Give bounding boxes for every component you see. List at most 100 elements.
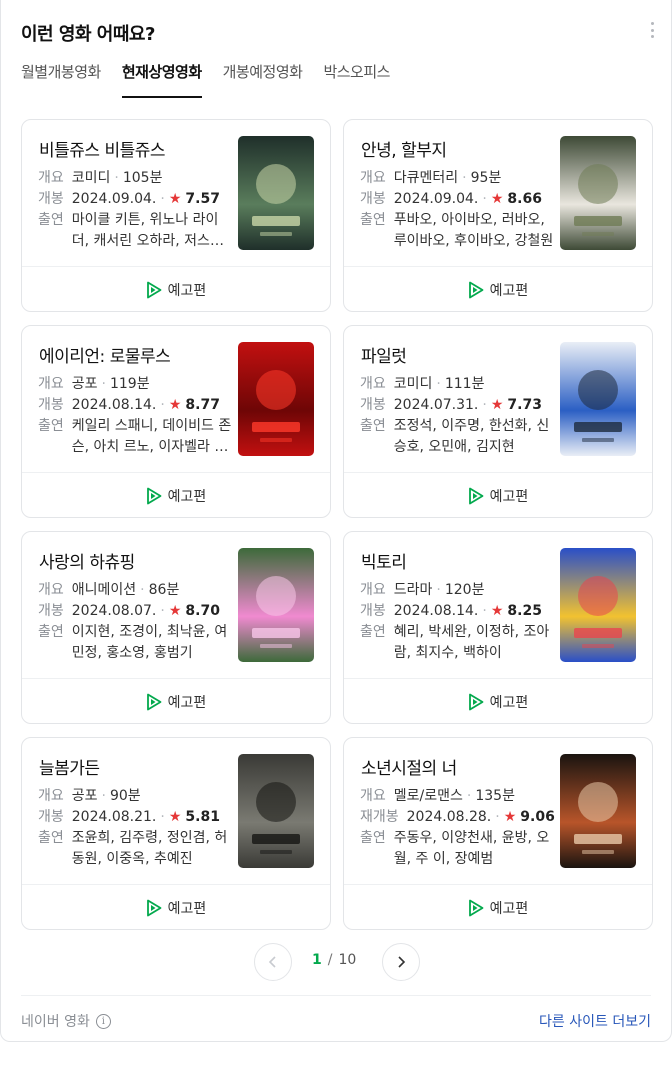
release-date: 2024.08.14. xyxy=(393,603,479,619)
cast-label: 출연 xyxy=(38,830,64,846)
separator-dot: · xyxy=(482,397,487,413)
release-label: 개봉 xyxy=(38,603,64,619)
movie-poster[interactable] xyxy=(560,548,636,662)
runtime-value: 135분 xyxy=(475,788,515,804)
separator-dot: · xyxy=(160,603,165,619)
genre-label: 개요 xyxy=(38,788,64,804)
movie-poster[interactable] xyxy=(560,136,636,250)
tab-upcoming[interactable]: 개봉예정영화 xyxy=(223,62,303,98)
trailer-button[interactable]: 예고편 xyxy=(22,679,330,724)
movie-title[interactable]: 파일럿 xyxy=(361,342,407,367)
separator-dot: · xyxy=(495,809,500,825)
cast-label: 출연 xyxy=(38,418,64,434)
release-label: 개봉 xyxy=(360,397,386,413)
movie-info: 개요 공포 · 90분 개봉 2024.08.21. · ★ 5.81 출연 조윤희, 김… xyxy=(38,786,233,870)
movie-card: 안녕, 할부지 개요 다큐멘터리 · 95분 개봉 2024.09.04. · ★ 8.6… xyxy=(343,119,653,312)
rating-value: 7.73 xyxy=(507,397,542,413)
star-icon: ★ xyxy=(490,603,504,619)
movie-title[interactable]: 비틀쥬스 비틀쥬스 xyxy=(39,136,166,161)
cast-label: 출연 xyxy=(360,212,386,228)
play-icon xyxy=(468,487,484,504)
tab-box-office[interactable]: 박스오피스 xyxy=(323,62,390,98)
genre-label: 개요 xyxy=(360,376,386,392)
info-icon[interactable]: i xyxy=(95,1013,111,1029)
movie-poster[interactable] xyxy=(560,342,636,456)
tab-monthly-release[interactable]: 월별개봉영화 xyxy=(21,62,101,98)
trailer-button[interactable]: 예고편 xyxy=(22,473,330,518)
movie-grid: 비틀쥬스 비틀쥬스 개요 코미디 · 105분 개봉 2024.09.04. · ★ 7.… xyxy=(21,119,653,930)
rating-value: 8.66 xyxy=(507,191,542,207)
poster-image xyxy=(238,136,314,250)
movie-title[interactable]: 소년시절의 너 xyxy=(361,754,457,779)
tab-now-showing[interactable]: 현재상영영화 xyxy=(121,62,202,98)
trailer-button[interactable]: 예고편 xyxy=(344,679,652,724)
movie-poster[interactable] xyxy=(238,548,314,662)
genre-value: 코미디 xyxy=(71,170,111,186)
next-page-button[interactable] xyxy=(382,943,420,981)
movie-poster[interactable] xyxy=(238,136,314,250)
movie-info: 개요 드라마 · 120분 개봉 2024.08.14. · ★ 8.25 출연 혜리, … xyxy=(360,580,555,664)
trailer-button[interactable]: 예고편 xyxy=(344,267,652,312)
cast-value: 조정석, 이주명, 한선화, 신승호, 오민애, 김지현 xyxy=(393,418,550,455)
separator-dot: · xyxy=(160,191,165,207)
cast-row: 출연 마이클 키튼, 위노나 라이더, 캐서린 오하라, 저스틴 서룩스 xyxy=(38,210,233,252)
genre-label: 개요 xyxy=(360,788,386,804)
movie-card-body: 늘봄가든 개요 공포 · 90분 개봉 2024.08.21. · ★ 5.81 출연 조… xyxy=(22,738,330,885)
more-options-icon[interactable] xyxy=(647,22,657,38)
movie-poster[interactable] xyxy=(560,754,636,868)
release-row: 개봉 2024.08.07. · ★ 8.70 xyxy=(38,601,233,622)
movie-title[interactable]: 에이리언: 로물루스 xyxy=(39,342,171,367)
genre-row: 개요 멜로/로맨스 · 135분 xyxy=(360,786,555,807)
movie-card: 사랑의 하츄핑 개요 애니메이션 · 86분 개봉 2024.08.07. · ★ 8.7… xyxy=(21,531,331,724)
movie-card-body: 에이리언: 로물루스 개요 공포 · 119분 개봉 2024.08.14. · ★ 8.… xyxy=(22,326,330,473)
trailer-label: 예고편 xyxy=(489,900,529,917)
movie-poster[interactable] xyxy=(238,342,314,456)
pagination: 1 / 10 xyxy=(1,943,672,981)
total-pages: 10 xyxy=(338,952,357,968)
trailer-button[interactable]: 예고편 xyxy=(22,267,330,312)
separator-dot: · xyxy=(101,376,106,392)
movie-title[interactable]: 사랑의 하츄핑 xyxy=(39,548,135,573)
movie-card: 빅토리 개요 드라마 · 120분 개봉 2024.08.14. · ★ 8.25 출연 … xyxy=(343,531,653,724)
movie-card: 비틀쥬스 비틀쥬스 개요 코미디 · 105분 개봉 2024.09.04. · ★ 7.… xyxy=(21,119,331,312)
movie-title[interactable]: 안녕, 할부지 xyxy=(361,136,447,161)
movie-title[interactable]: 빅토리 xyxy=(361,548,407,573)
movie-info: 개요 다큐멘터리 · 95분 개봉 2024.09.04. · ★ 8.66 출연 푸바오… xyxy=(360,168,555,252)
more-sites-link[interactable]: 다른 사이트 더보기 xyxy=(539,1011,651,1031)
page-separator: / xyxy=(327,952,333,968)
footer-source: 네이버 영화 i xyxy=(21,1011,111,1031)
genre-value: 공포 xyxy=(71,788,98,804)
rating-value: 7.57 xyxy=(185,191,220,207)
runtime-value: 111분 xyxy=(444,376,485,392)
trailer-button[interactable]: 예고편 xyxy=(344,885,652,930)
movie-title[interactable]: 늘봄가든 xyxy=(39,754,100,779)
chevron-left-icon xyxy=(268,956,276,968)
cast-row: 출연 조정석, 이주명, 한선화, 신승호, 오민애, 김지현 xyxy=(360,416,555,458)
movie-card: 에이리언: 로물루스 개요 공포 · 119분 개봉 2024.08.14. · ★ 8.… xyxy=(21,325,331,518)
separator-dot: · xyxy=(140,582,145,598)
movie-card-body: 안녕, 할부지 개요 다큐멘터리 · 95분 개봉 2024.09.04. · ★ 8.6… xyxy=(344,120,652,267)
release-date: 2024.08.28. xyxy=(406,809,492,825)
release-row: 개봉 2024.09.04. · ★ 8.66 xyxy=(360,189,555,210)
movie-info: 개요 코미디 · 111분 개봉 2024.07.31. · ★ 7.73 출연 조정석,… xyxy=(360,374,555,458)
star-icon: ★ xyxy=(168,397,182,413)
page-indicator: 1 / 10 xyxy=(312,952,356,968)
prev-page-button[interactable] xyxy=(254,943,292,981)
poster-image xyxy=(238,754,314,868)
genre-label: 개요 xyxy=(38,170,64,186)
separator-dot: · xyxy=(436,376,441,392)
cast-value: 이지현, 조경이, 최낙윤, 여민정, 홍소영, 홍범기 xyxy=(71,624,228,661)
movie-poster[interactable] xyxy=(238,754,314,868)
movie-recommendation-panel: 이런 영화 어때요? 월별개봉영화 현재상영영화 개봉예정영화 박스오피스 비틀… xyxy=(0,0,672,1042)
movie-card-body: 비틀쥬스 비틀쥬스 개요 코미디 · 105분 개봉 2024.09.04. · ★ 7.… xyxy=(22,120,330,267)
cast-label: 출연 xyxy=(360,624,386,640)
trailer-button[interactable]: 예고편 xyxy=(344,473,652,518)
movie-card-body: 사랑의 하츄핑 개요 애니메이션 · 86분 개봉 2024.08.07. · ★ 8.7… xyxy=(22,532,330,679)
genre-label: 개요 xyxy=(360,170,386,186)
trailer-label: 예고편 xyxy=(167,488,207,505)
trailer-label: 예고편 xyxy=(167,900,207,917)
genre-row: 개요 코미디 · 105분 xyxy=(38,168,233,189)
separator-dot: · xyxy=(160,397,165,413)
trailer-button[interactable]: 예고편 xyxy=(22,885,330,930)
release-label: 개봉 xyxy=(38,191,64,207)
